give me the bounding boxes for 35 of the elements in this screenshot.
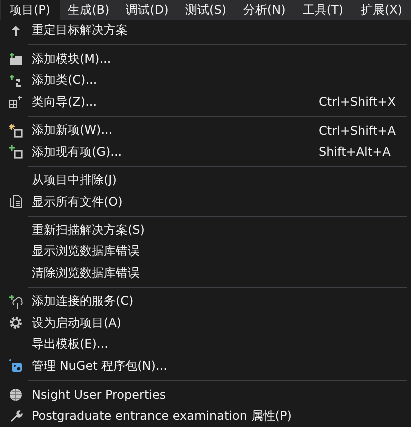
globe-icon	[9, 388, 23, 402]
menu-bar-item[interactable]: 工具(T)	[294, 0, 352, 20]
menu-item[interactable]: 显示浏览数据库错误	[0, 241, 411, 263]
wizard-icon	[9, 95, 23, 110]
menu-bar-item[interactable]: 分析(N)	[235, 0, 294, 20]
add-class-icon	[9, 74, 23, 88]
menu-item[interactable]: 导出模板(E)...	[0, 334, 411, 356]
wrench-icon	[9, 409, 23, 424]
menu-bar-item[interactable]: 生成(B)	[60, 0, 118, 20]
gear-icon	[9, 316, 23, 330]
menu-item[interactable]: 添加连接的服务(C)	[0, 291, 411, 313]
menu-bar-item[interactable]: 项目(P)	[1, 0, 60, 20]
menu-item[interactable]: 管理 NuGet 程序包(N)...	[0, 356, 411, 378]
menu-item[interactable]: 添加现有项(G)... Shift+Alt+A	[0, 141, 411, 163]
menu-item[interactable]: 添加新项(W)... Ctrl+Shift+A	[0, 120, 411, 142]
files-icon	[9, 195, 23, 210]
add-item-icon	[9, 145, 23, 160]
menu-item[interactable]: 重定目标解决方案	[0, 20, 411, 42]
menu-item[interactable]: 添加模块(M)...	[0, 48, 411, 70]
menu-item[interactable]: 从项目中排除(J)	[0, 170, 411, 192]
menu-bar-item[interactable]: 测试(S)	[176, 0, 236, 20]
menu-item[interactable]: Nsight User Properties	[0, 384, 411, 406]
menu-item[interactable]: Postgraduate entrance examination 属性(P)	[0, 406, 411, 427]
new-item-icon	[9, 124, 23, 138]
menu-bar-item[interactable]: 扩展(X)	[352, 0, 411, 20]
menu-bar-item[interactable]: 调试(D)	[118, 0, 177, 20]
menu-item[interactable]: 显示所有文件(O)	[0, 191, 411, 213]
menu-item[interactable]: 设为启动项目(A)	[0, 312, 411, 334]
menu-item[interactable]: 类向导(Z)... Ctrl+Shift+X	[0, 91, 411, 113]
cloud-plug-icon	[9, 294, 23, 309]
menu-item[interactable]: 添加类(C)...	[0, 70, 411, 92]
add-folder-icon	[9, 52, 23, 66]
menu-item[interactable]: 重新扫描解决方案(S)	[0, 220, 411, 242]
menu-item[interactable]: 清除浏览数据库错误	[0, 262, 411, 284]
package-icon	[9, 359, 23, 374]
